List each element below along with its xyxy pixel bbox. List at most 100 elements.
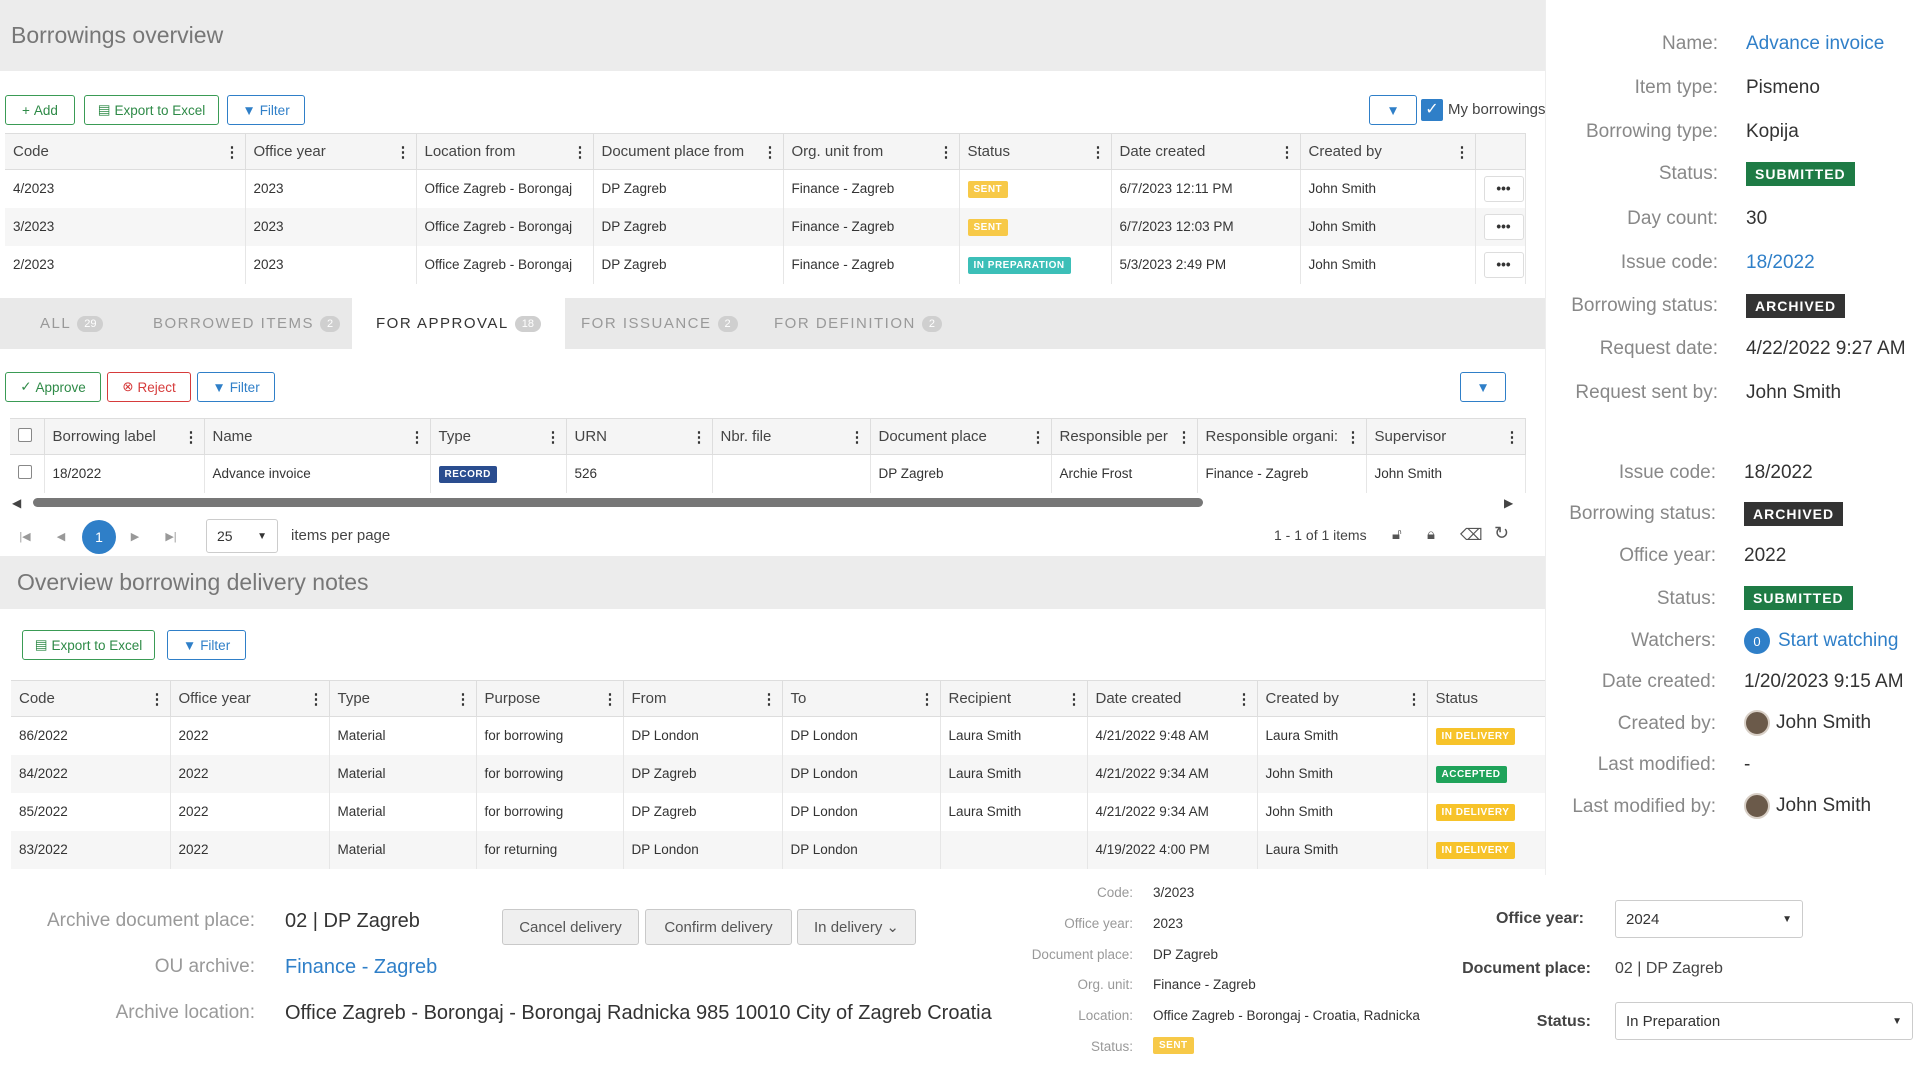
column-menu-icon[interactable]: ⋮: [396, 143, 411, 161]
issue-code-link[interactable]: 18/2022: [1746, 252, 1815, 274]
name-link[interactable]: Advance invoice: [1746, 33, 1884, 55]
table-row[interactable]: 83/2022 2022 Material for returning DP Londo…: [11, 830, 1546, 869]
column-header[interactable]: Office year ⋮: [170, 680, 330, 717]
column-menu-icon[interactable]: ⋮: [762, 690, 777, 708]
more-options-button[interactable]: •••: [1483, 251, 1524, 278]
column-menu-icon[interactable]: ⋮: [456, 690, 471, 708]
column-menu-icon[interactable]: ⋮: [603, 690, 618, 708]
column-header[interactable]: Document place from ⋮: [593, 133, 784, 170]
column-header[interactable]: To ⋮: [782, 680, 941, 717]
column-menu-icon[interactable]: ⋮: [546, 428, 561, 446]
column-header[interactable]: Name ⋮: [204, 418, 431, 455]
column-menu-icon[interactable]: ⋮: [1177, 428, 1192, 446]
lock-icon[interactable]: 🔒︎: [1427, 526, 1435, 543]
delivery-export-button[interactable]: ▤ Export to Excel: [22, 630, 155, 660]
document-place-link[interactable]: DP Zagreb: [1153, 947, 1218, 962]
table-row[interactable]: 86/2022 2022 Material for borrowing DP Londo…: [11, 716, 1546, 755]
column-header[interactable]: Org. unit from ⋮: [783, 133, 960, 170]
select-all-header[interactable]: [10, 418, 45, 455]
tab-for-issuance[interactable]: FOR ISSUANCE 2: [581, 298, 738, 349]
confirm-delivery-button[interactable]: Confirm delivery: [645, 909, 792, 945]
table-row[interactable]: 3/2023 2023 Office Zagreb - Borongaj DP Zag…: [5, 207, 1526, 246]
delivery-filter-button[interactable]: ▼ Filter: [167, 630, 246, 660]
column-menu-icon[interactable]: ⋮: [225, 143, 240, 161]
page-size-select[interactable]: 25 ▼: [206, 519, 278, 553]
eraser-icon[interactable]: ⌫: [1460, 525, 1483, 545]
add-button[interactable]: + Add: [5, 95, 75, 125]
column-menu-icon[interactable]: ⋮: [410, 428, 425, 446]
unlock-icon[interactable]: 🔓︎: [1392, 526, 1402, 543]
table-row[interactable]: 84/2022 2022 Material for borrowing DP Zagre…: [11, 754, 1546, 793]
column-header[interactable]: Document place ⋮: [870, 418, 1052, 455]
filter-button[interactable]: ▼ Filter: [227, 95, 305, 125]
column-menu-icon[interactable]: ⋮: [1067, 690, 1082, 708]
horizontal-scrollbar[interactable]: [33, 498, 1203, 507]
column-header[interactable]: From ⋮: [623, 680, 783, 717]
column-header[interactable]: Supervisor ⋮: [1366, 418, 1526, 455]
scroll-left-arrow[interactable]: ◀: [12, 496, 21, 510]
approval-column-filter-button[interactable]: ▼: [1460, 372, 1506, 402]
cancel-delivery-button[interactable]: Cancel delivery: [502, 909, 639, 945]
first-page-icon[interactable]: |◀: [12, 523, 38, 549]
export-excel-button[interactable]: ▤ Export to Excel: [84, 95, 219, 125]
tab-borrowed-items[interactable]: BORROWED ITEMS 2: [153, 298, 341, 349]
column-header[interactable]: Code ⋮: [5, 133, 246, 170]
reject-button[interactable]: ⊗ Reject: [107, 372, 191, 402]
column-menu-icon[interactable]: ⋮: [1091, 143, 1106, 161]
start-watching-link[interactable]: 0 Start watching: [1744, 628, 1898, 654]
column-header[interactable]: URN ⋮: [566, 418, 713, 455]
status-select[interactable]: In Preparation ▼: [1615, 1002, 1913, 1040]
column-header[interactable]: Created by ⋮: [1300, 133, 1476, 170]
column-menu-icon[interactable]: ⋮: [1346, 428, 1361, 446]
column-menu-icon[interactable]: ⋮: [1280, 143, 1295, 161]
table-row[interactable]: 85/2022 2022 Material for borrowing DP Zagre…: [11, 792, 1546, 831]
in-delivery-dropdown[interactable]: In delivery ⌄: [797, 909, 916, 945]
prev-page-icon[interactable]: ◀: [48, 523, 74, 549]
column-menu-icon[interactable]: ⋮: [1237, 690, 1252, 708]
column-menu-icon[interactable]: ⋮: [850, 428, 865, 446]
column-header[interactable]: Date created ⋮: [1111, 133, 1301, 170]
column-header[interactable]: Date created ⋮: [1087, 680, 1258, 717]
select-all-checkbox[interactable]: [18, 427, 32, 442]
column-header[interactable]: Borrowing label ⋮: [44, 418, 205, 455]
tab-for-approval[interactable]: FOR APPROVAL 18: [352, 298, 566, 349]
last-page-icon[interactable]: ▶|: [158, 523, 184, 549]
row-checkbox[interactable]: [18, 465, 32, 480]
ou-archive-link[interactable]: Finance - Zagreb: [285, 956, 437, 979]
scroll-right-arrow[interactable]: ▶: [1504, 496, 1513, 510]
table-row[interactable]: 2/2023 2023 Office Zagreb - Borongaj DP Zag…: [5, 245, 1526, 284]
tab-all[interactable]: ALL 29: [40, 298, 104, 349]
tab-for-definition[interactable]: FOR DEFINITION 2: [774, 298, 942, 349]
column-header[interactable]: Office year ⋮: [245, 133, 417, 170]
page-number[interactable]: 1: [82, 520, 116, 554]
column-menu-icon[interactable]: ⋮: [309, 690, 324, 708]
office-year-select[interactable]: 2024 ▼: [1615, 900, 1803, 938]
column-menu-icon[interactable]: ⋮: [1455, 143, 1470, 161]
column-header[interactable]: Type ⋮: [329, 680, 477, 717]
column-header[interactable]: Type ⋮: [430, 418, 567, 455]
column-header[interactable]: Responsible per ⋮: [1051, 418, 1198, 455]
column-menu-icon[interactable]: ⋮: [763, 143, 778, 161]
column-menu-icon[interactable]: ⋮: [573, 143, 588, 161]
column-menu-icon[interactable]: ⋮: [1505, 428, 1520, 446]
table-row[interactable]: 4/2023 2023 Office Zagreb - Borongaj DP Zag…: [5, 169, 1526, 208]
column-menu-icon[interactable]: ⋮: [150, 690, 165, 708]
column-menu-icon[interactable]: ⋮: [939, 143, 954, 161]
more-options-button[interactable]: •••: [1483, 175, 1524, 202]
approve-button[interactable]: ✓ Approve: [5, 372, 101, 402]
column-header[interactable]: Responsible organi: ⋮: [1197, 418, 1367, 455]
org-unit-link[interactable]: Finance - Zagreb: [1153, 977, 1256, 992]
column-header[interactable]: Location from ⋮: [416, 133, 594, 170]
approval-filter-button[interactable]: ▼ Filter: [197, 372, 275, 402]
next-page-icon[interactable]: ▶: [122, 523, 148, 549]
column-menu-icon[interactable]: ⋮: [1031, 428, 1046, 446]
my-borrowings-checkbox[interactable]: ✓: [1421, 99, 1443, 121]
refresh-icon[interactable]: ↻: [1494, 523, 1509, 544]
column-header[interactable]: Recipient ⋮: [940, 680, 1088, 717]
column-header[interactable]: Status ⋮: [959, 133, 1112, 170]
column-header[interactable]: Purpose ⋮: [476, 680, 624, 717]
column-header[interactable]: Status: [1427, 680, 1546, 717]
column-header[interactable]: Nbr. file ⋮: [712, 418, 871, 455]
more-options-button[interactable]: •••: [1483, 213, 1524, 240]
column-header[interactable]: Code ⋮: [11, 680, 171, 717]
